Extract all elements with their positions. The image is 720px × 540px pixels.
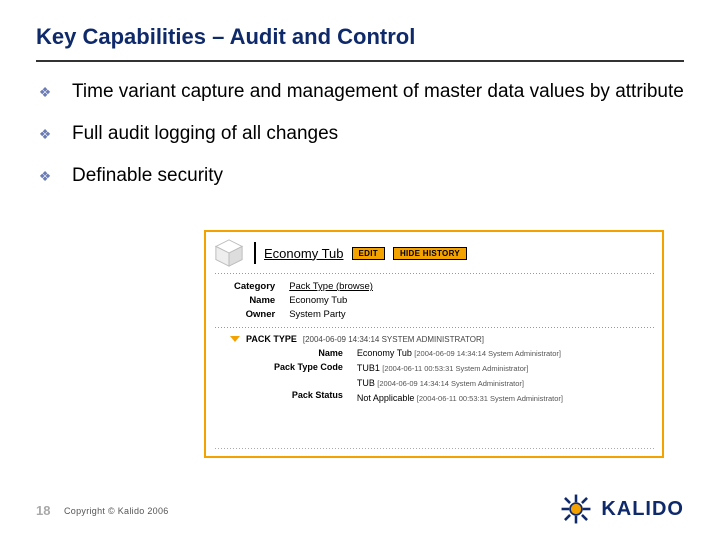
detail-labels: Name Pack Type Code Pack Status (274, 346, 343, 406)
detail-name-meta: [2004-06-09 14:34:14 System Administrato… (414, 349, 561, 358)
detail-code-meta: [2004-06-11 00:53:31 System Administrato… (382, 364, 528, 373)
edit-button[interactable]: EDIT (352, 247, 385, 260)
detail-values: Economy Tub [2004-06-09 14:34:14 System … (357, 346, 563, 406)
copyright-text: Copyright © Kalido 2006 (64, 506, 169, 516)
list-item: ❖ Definable security (36, 164, 684, 188)
kalido-logo-icon (559, 492, 593, 526)
header-labels: Category Name Owner (234, 280, 275, 322)
diamond-bullet-icon: ❖ (36, 81, 54, 103)
label-detail-name: Name (274, 346, 343, 360)
slide: Key Capabilities – Audit and Control ❖ T… (0, 0, 720, 540)
category-link[interactable]: Pack Type (browse) (289, 281, 373, 292)
embedded-screenshot-panel: Economy Tub EDIT HIDE HISTORY Category N… (204, 230, 664, 458)
detail-status-value: Not Applicable (357, 393, 415, 403)
bullet-text: Definable security (72, 164, 223, 188)
panel-header: Economy Tub EDIT HIDE HISTORY (214, 238, 654, 268)
brand-text: KALIDO (601, 498, 684, 521)
cube-icon (214, 238, 244, 268)
page-title: Key Capabilities – Audit and Control (36, 24, 684, 50)
page-number: 18 (36, 503, 50, 518)
label-name: Name (234, 294, 275, 308)
title-rule (36, 60, 684, 62)
label-category: Category (234, 280, 275, 294)
value-owner: System Party (289, 308, 373, 322)
bullet-text: Full audit logging of all changes (72, 122, 338, 146)
detail-code-value: TUB1 (357, 363, 380, 373)
expand-arrow-icon[interactable] (230, 336, 240, 342)
vertical-divider (254, 242, 256, 264)
breadcrumb[interactable]: Economy Tub (264, 246, 344, 261)
diamond-bullet-icon: ❖ (36, 165, 54, 187)
detail-status-meta: [2004-06-11 00:53:31 System Administrato… (417, 394, 563, 403)
detail-name-value: Economy Tub (357, 348, 412, 358)
label-owner: Owner (234, 308, 275, 322)
dotted-divider (214, 326, 654, 330)
header-definition: Category Name Owner Pack Type (browse) E… (234, 280, 654, 322)
brand-logo: KALIDO (559, 492, 684, 526)
bullet-list: ❖ Time variant capture and management of… (36, 80, 684, 188)
section-title: PACK TYPE (246, 334, 297, 344)
dotted-divider (214, 447, 654, 450)
list-item: ❖ Time variant capture and management of… (36, 80, 684, 104)
detail-code-extra: TUB (357, 378, 375, 388)
label-detail-status: Pack Status (274, 388, 343, 402)
detail-block: Name Pack Type Code Pack Status Economy … (274, 346, 654, 406)
dotted-divider (214, 272, 654, 276)
hide-history-button[interactable]: HIDE HISTORY (393, 247, 467, 260)
header-values: Pack Type (browse) Economy Tub System Pa… (289, 280, 373, 322)
bullet-text: Time variant capture and management of m… (72, 80, 684, 104)
value-name: Economy Tub (289, 294, 373, 308)
section-meta: [2004-06-09 14:34:14 SYSTEM ADMINISTRATO… (303, 335, 484, 344)
section-header[interactable]: PACK TYPE [2004-06-09 14:34:14 SYSTEM AD… (230, 334, 654, 344)
detail-code-extra-meta: [2004-06-09 14:34:14 System Administrato… (377, 379, 524, 388)
label-detail-code: Pack Type Code (274, 360, 343, 374)
diamond-bullet-icon: ❖ (36, 123, 54, 145)
list-item: ❖ Full audit logging of all changes (36, 122, 684, 146)
